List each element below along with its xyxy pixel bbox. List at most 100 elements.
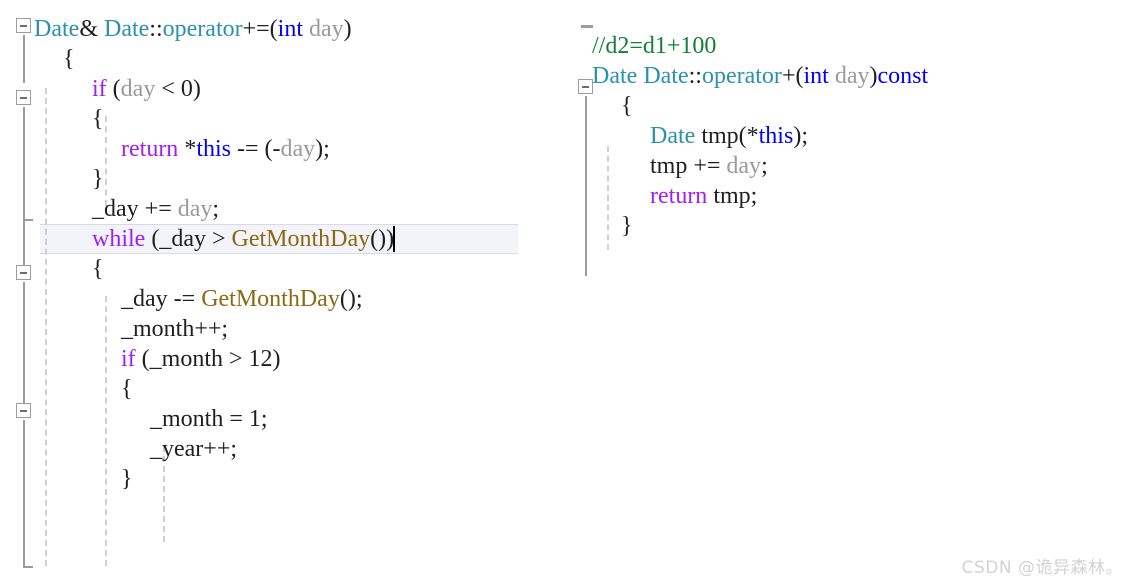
code-line-text: { (621, 91, 633, 121)
code-line[interactable]: _year++; (0, 434, 568, 464)
left-code-pane[interactable]: Date& Date::operator+=(int day){if (day … (0, 0, 568, 588)
fold-collapse-icon[interactable] (16, 265, 31, 280)
code-line[interactable]: if (day < 0) (0, 74, 568, 104)
code-token: (_day > (145, 226, 232, 252)
code-token: _day -= (121, 286, 202, 312)
code-line[interactable]: { (0, 104, 568, 134)
code-line-text: _day -= GetMonthDay(); (121, 284, 363, 314)
code-line-text: _month = 1; (150, 404, 268, 434)
outline-vertical-line (23, 420, 25, 568)
code-line[interactable]: _month++; (0, 314, 568, 344)
outline-end-tick (23, 566, 33, 568)
code-token: Date (592, 63, 638, 89)
code-token: { (92, 256, 104, 282)
text-caret (393, 226, 396, 252)
indent-guide (45, 88, 47, 566)
code-token: _month = 1; (150, 406, 268, 432)
code-line-text: _day += day; (92, 194, 219, 224)
code-line[interactable]: //d2=d1+100 (568, 31, 1139, 61)
csdn-watermark: CSDN @诡异森林。 (961, 558, 1123, 578)
code-token: { (92, 106, 104, 132)
fold-collapse-icon[interactable] (16, 18, 31, 33)
code-token: Date (650, 123, 696, 149)
outline-vertical-line (23, 221, 25, 265)
code-token: day (177, 196, 213, 222)
code-line[interactable]: return *this -= (-day); (0, 134, 568, 164)
code-line[interactable]: { (568, 91, 1139, 121)
code-line-text: } (121, 464, 133, 494)
code-line[interactable]: if (_month > 12) (0, 344, 568, 374)
code-line[interactable]: tmp += day; (568, 151, 1139, 181)
code-token: ; (212, 196, 220, 222)
code-line-text: Date Date::operator+(int day)const (592, 61, 928, 91)
code-token: operator (701, 63, 782, 89)
code-token: //d2=d1+100 (592, 33, 717, 59)
code-token: Date (103, 16, 150, 42)
indent-guide (105, 116, 107, 206)
code-line[interactable]: _month = 1; (0, 404, 568, 434)
code-line-text: Date& Date::operator+=(int day) (34, 14, 352, 44)
code-token: day (120, 76, 156, 102)
indent-guide (607, 146, 609, 250)
code-token: :: (149, 16, 163, 42)
code-line[interactable]: } (568, 211, 1139, 241)
code-token: day (280, 136, 316, 162)
code-line[interactable]: Date Date::operator+(int day)const (568, 61, 1139, 91)
code-line-text: tmp += day; (650, 151, 768, 181)
code-token: this (758, 123, 794, 149)
code-token: tmp += (650, 153, 727, 179)
right-code-pane[interactable]: //d2=d1+100 Date Date::operator+(int day)… (568, 0, 1139, 588)
code-token: _year++; (150, 436, 238, 462)
code-line[interactable]: Date tmp(*this); (568, 121, 1139, 151)
code-line[interactable]: { (0, 374, 568, 404)
fold-partial-stub-icon[interactable] (581, 25, 593, 28)
code-editor-surface[interactable]: Date& Date::operator+=(int day){if (day … (0, 0, 1139, 588)
code-line-text: } (92, 164, 104, 194)
code-token: :: (688, 63, 702, 89)
code-line-text: { (121, 374, 133, 404)
code-token: if (92, 76, 107, 102)
code-token: (); (339, 286, 363, 312)
outline-vertical-line (23, 35, 25, 83)
code-line-text: Date tmp(*this); (650, 121, 808, 151)
code-token: int (803, 63, 829, 89)
code-line[interactable]: _day -= GetMonthDay(); (0, 284, 568, 314)
code-token: return (121, 136, 179, 162)
code-token: _month++; (121, 316, 229, 342)
code-token: } (92, 166, 104, 192)
code-token: int (277, 16, 304, 42)
code-line[interactable]: } (0, 164, 568, 194)
outline-vertical-line (23, 282, 25, 406)
code-line[interactable]: return tmp; (568, 181, 1139, 211)
code-line-text: if (day < 0) (92, 74, 201, 104)
code-token: operator (162, 16, 243, 42)
code-line-text: //d2=d1+100 (592, 31, 716, 61)
code-token: return (650, 183, 708, 209)
code-line-text: { (63, 44, 75, 74)
code-token: { (121, 376, 133, 402)
fold-collapse-icon[interactable] (16, 90, 31, 105)
code-token: +( (781, 63, 804, 89)
code-token: tmp; (707, 183, 758, 209)
code-token: ()) (370, 226, 395, 252)
code-token: _day += (92, 196, 178, 222)
code-token: * (178, 136, 197, 162)
code-token: day (726, 153, 762, 179)
fold-collapse-icon[interactable] (16, 403, 31, 418)
code-line[interactable]: _day += day; (0, 194, 568, 224)
code-line-text: { (92, 104, 104, 134)
code-token: } (121, 466, 133, 492)
code-token: { (621, 93, 633, 119)
code-line[interactable]: while (_day > GetMonthDay()) (0, 224, 568, 254)
code-line[interactable]: } (0, 464, 568, 494)
code-token: +=( (242, 16, 278, 42)
fold-collapse-icon[interactable] (578, 79, 593, 94)
code-token: -= (- (231, 136, 281, 162)
code-line[interactable]: { (0, 254, 568, 284)
code-line-text: while (_day > GetMonthDay()) (92, 224, 396, 254)
code-line[interactable]: { (0, 44, 568, 74)
code-line[interactable]: Date& Date::operator+=(int day) (0, 14, 568, 44)
code-token: this (196, 136, 231, 162)
code-token: GetMonthDay (201, 286, 340, 312)
code-token: ); (315, 136, 330, 162)
